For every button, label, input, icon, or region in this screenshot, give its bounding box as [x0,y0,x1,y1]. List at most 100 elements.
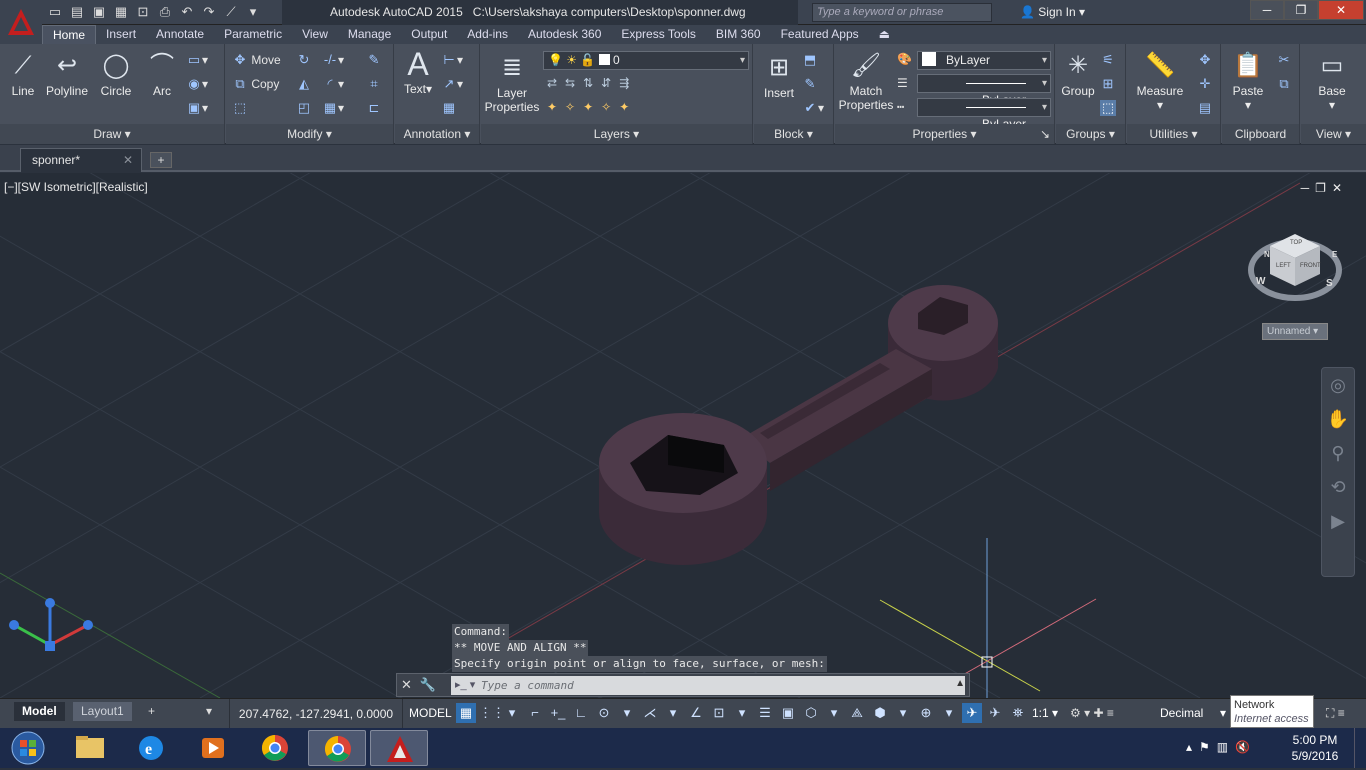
color-dropdown[interactable]: ByLayer [917,51,1051,70]
copy-button[interactable]: ⧉ Copy [232,76,279,92]
drawing-viewport[interactable]: [−][SW Isometric][Realistic] ─❐✕ TOP LEF… [0,173,1366,698]
network-notification[interactable]: Network Internet access [1230,695,1314,728]
close-command-icon[interactable]: ✕ [401,677,420,692]
rectangle-button[interactable]: ▭ ▾ [186,52,208,68]
fillet-button[interactable]: ◜ ▾ [322,76,344,92]
measure-button[interactable]: 📏 Measure ▾ [1133,50,1187,112]
text-button[interactable]: A Text▾ [401,48,435,96]
match-icon[interactable]: ⟋ [222,3,240,21]
open-icon[interactable]: ▤ [68,3,86,21]
table-button[interactable]: ▦ [441,100,457,116]
snap-toggle-icon[interactable]: ⋮⋮ [479,703,505,723]
tab-parametric[interactable]: Parametric [214,25,292,44]
arc-button[interactable]: ⌒ Arc [144,50,180,98]
model-space-button[interactable]: MODEL [405,704,456,723]
auto-scale-icon[interactable]: ✈ [985,703,1005,723]
workspace-button[interactable]: ⚙ ▾ ✚ ≡ [1062,704,1122,723]
model-tab[interactable]: Model [14,702,65,721]
leader-button[interactable]: ↗ ▾ [441,76,463,92]
vp-minimize-icon[interactable]: ─ [1301,181,1316,195]
groups-panel-title[interactable]: Groups ▾ [1056,124,1125,144]
ucs-dropdown[interactable]: Unnamed ▾ [1262,323,1328,340]
properties-panel-title[interactable]: Properties ▾ ↘ [835,124,1054,144]
command-input[interactable]: Type a command [451,676,965,695]
tab-output[interactable]: Output [401,25,457,44]
customize-icon[interactable]: ▾ [244,3,262,21]
offset-button[interactable]: ⊏ [366,100,382,116]
draw-panel-title[interactable]: Draw ▾ [0,124,224,144]
gizmo-icon[interactable]: ▾ [893,703,913,723]
hatch-button[interactable]: ◉ ▾ [186,76,208,92]
group-button[interactable]: ✳ Group [1058,50,1098,98]
tab-home[interactable]: Home [42,25,97,44]
fullscreen-icons[interactable]: ⛶ ≡ [1318,704,1353,723]
save-icon[interactable]: ▣ [90,3,108,21]
show-desktop-button[interactable] [1354,728,1366,768]
layer-properties-button[interactable]: ≣ Layer Properties [483,52,541,114]
move-button[interactable]: ✥ Move [232,52,281,68]
scale-button[interactable]: ◰ [296,100,312,116]
viewcube[interactable]: TOP LEFT FRONT W S E N [1248,228,1342,338]
group-select-button[interactable]: ⬚ [1100,100,1116,116]
network-icon[interactable]: ▥ [1217,740,1235,754]
attribute-button[interactable]: ✔ ▾ [802,100,824,116]
dynamic-input-icon[interactable]: +_ [548,703,568,723]
copy-clip-button[interactable]: ⧉ [1276,76,1292,92]
steering-wheel-icon[interactable]: ◎ [1322,368,1354,402]
line-button[interactable]: ⟋ Line [6,50,40,98]
explode-button[interactable]: ⌗ [366,76,382,92]
vp-restore-icon[interactable]: ❐ [1315,181,1332,195]
calculator-button[interactable]: ▤ [1197,100,1213,116]
polar-menu-icon[interactable]: ▾ [617,703,637,723]
erase-button[interactable]: ✎ [366,52,382,68]
clipboard-panel-title[interactable]: Clipboard [1222,124,1299,144]
customize-command-icon[interactable]: 🔧 [420,677,444,692]
object-snap-icon[interactable]: ⊡ [709,703,729,723]
object-snap-menu-icon[interactable]: ▾ [732,703,752,723]
autocad-taskbar[interactable] [370,730,428,766]
mirror-button[interactable]: ◭ [296,76,312,92]
redo-icon[interactable]: ↷ [200,3,218,21]
annotation-panel-title[interactable]: Annotation ▾ [395,124,479,144]
volume-muted-icon[interactable]: 🔇 [1235,740,1257,754]
dimension-button[interactable]: ⊢ ▾ [441,52,463,68]
file-tab-sponner[interactable]: sponner* ✕ [20,148,142,172]
tab-express-tools[interactable]: Express Tools [611,25,705,44]
cut-button[interactable]: ✂ [1276,52,1292,68]
viewport-controls-label[interactable]: [−][SW Isometric][Realistic] [4,180,148,194]
units-dropdown[interactable]: Decimal ▾ [1152,704,1234,723]
tab-insert[interactable]: Insert [96,25,146,44]
zoom-icon[interactable]: ⚲ [1322,436,1354,470]
lineweight-dropdown[interactable]: ByLayer [917,98,1051,131]
create-block-button[interactable]: ⬒ [802,52,818,68]
layer-dropdown[interactable]: 💡 ☀ 🔓 0 [543,51,749,70]
utilities-panel-title[interactable]: Utilities ▾ [1127,124,1220,144]
web-icon[interactable]: ⊡ [134,3,152,21]
chrome-taskbar-1[interactable] [246,730,304,766]
annotation-visibility-icon[interactable]: ▾ [939,703,959,723]
ribbon-minimize-icon[interactable]: ⏏ [869,25,900,44]
point-style-button[interactable]: ✥ [1197,52,1213,68]
edit-block-button[interactable]: ✎ [802,76,818,92]
rotate-button[interactable]: ↻ [296,52,312,68]
recent-commands-icon[interactable]: ▲ [955,678,965,689]
gizmo-menu-icon[interactable]: ⊕ [916,703,936,723]
snap-menu-icon[interactable]: ▾ [502,703,522,723]
start-button[interactable] [2,729,54,767]
linetype-dropdown[interactable]: ByLayer [917,74,1051,107]
restore-button[interactable]: ❐ [1284,0,1318,20]
id-point-button[interactable]: ✛ [1197,76,1213,92]
group-edit-button[interactable]: ⊞ [1100,76,1116,92]
vp-close-icon[interactable]: ✕ [1332,181,1348,195]
polar-icon[interactable]: ⊙ [594,703,614,723]
tab-manage[interactable]: Manage [338,25,401,44]
minimize-button[interactable]: ─ [1250,0,1284,20]
selection-cycling-icon[interactable]: ⬡ [801,703,821,723]
3d-osnap-icon[interactable]: ▾ [824,703,844,723]
block-panel-title[interactable]: Block ▾ [754,124,833,144]
layer-tools-row-1[interactable]: ⇄⇆⇅⇵⇶ [547,76,637,90]
sign-in-button[interactable]: 👤 Sign In ▾ [1020,0,1085,25]
grid-toggle-icon[interactable]: ▦ [456,703,476,723]
system-clock[interactable]: 5:00 PM 5/9/2016 [1284,732,1346,764]
chrome-taskbar-2[interactable] [308,730,366,766]
